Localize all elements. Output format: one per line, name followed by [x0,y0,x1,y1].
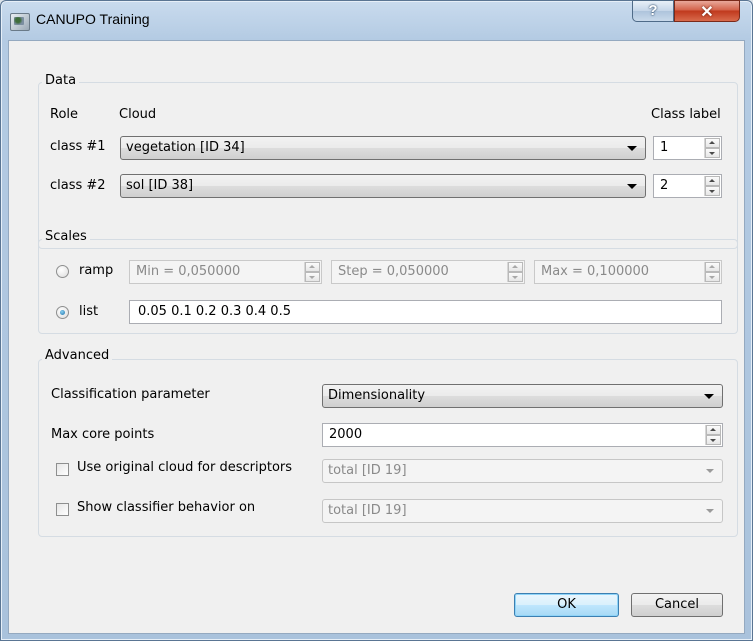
max-spinbox[interactable]: Max = 0,100000 [534,260,722,284]
spin-down-icon[interactable] [705,148,720,158]
classification-parameter-value: Dimensionality [328,388,426,403]
spin-down-icon[interactable] [705,186,720,196]
spin-up-icon[interactable] [305,262,320,272]
ramp-radio[interactable] [56,265,69,278]
chevron-down-icon [627,184,637,189]
spin-up-icon[interactable] [508,262,523,272]
chevron-down-icon [706,469,714,473]
chevron-down-icon [706,509,714,513]
cloud-header: Cloud [119,107,157,122]
class-1-label-value: 1 [660,140,669,155]
title-bar[interactable]: CANUPO Training ? ✕ [0,0,753,40]
spin-down-icon[interactable] [706,435,721,445]
scales-list-value: 0.05 0.1 0.2 0.3 0.4 0.5 [138,304,291,319]
class-2-cloud-select[interactable]: sol [ID 38] [120,174,646,198]
step-value: Step = 0,050000 [338,264,449,279]
close-icon: ✕ [700,4,714,21]
chevron-down-icon [627,146,637,151]
show-classifier-select[interactable]: total [ID 19] [322,499,723,523]
show-classifier-label[interactable]: Show classifier behavior on [77,500,255,515]
class-label-header: Class label [651,107,721,122]
max-value: Max = 0,100000 [541,264,650,279]
step-spinbox[interactable]: Step = 0,050000 [331,260,525,284]
role-header: Role [50,107,79,122]
ramp-label[interactable]: ramp [79,263,113,278]
class-1-label-spinbox[interactable]: 1 [653,136,722,160]
cancel-button[interactable]: Cancel [631,593,723,617]
max-core-points-label: Max core points [51,427,155,442]
help-button[interactable]: ? [632,0,674,22]
spin-up-icon[interactable] [706,425,721,435]
class-2-label-spinbox[interactable]: 2 [653,174,722,198]
class-1-cloud-value: vegetation [ID 34] [126,140,245,155]
list-radio[interactable] [56,306,69,319]
max-core-points-spinbox[interactable]: 2000 [322,423,723,447]
classification-parameter-label: Classification parameter [51,387,210,402]
original-cloud-value: total [ID 19] [328,463,407,478]
scales-list-input[interactable]: 0.05 0.1 0.2 0.3 0.4 0.5 [129,300,722,324]
use-original-cloud-checkbox[interactable] [56,463,69,476]
class-1-cloud-select[interactable]: vegetation [ID 34] [120,136,646,160]
class-2-label-value: 2 [660,178,669,193]
list-label[interactable]: list [79,304,98,319]
class-2-cloud-value: sol [ID 38] [126,178,194,193]
spin-up-icon[interactable] [705,138,720,148]
class-2-role-label: class #2 [50,178,106,193]
spin-down-icon[interactable] [508,272,523,282]
classification-parameter-select[interactable]: Dimensionality [322,384,723,408]
original-cloud-select[interactable]: total [ID 19] [322,459,723,483]
class-1-role-label: class #1 [50,139,106,154]
spin-down-icon[interactable] [305,272,320,282]
show-classifier-checkbox[interactable] [56,503,69,516]
spin-down-icon[interactable] [705,272,720,282]
min-spinbox[interactable]: Min = 0,050000 [129,260,322,284]
spin-up-icon[interactable] [705,176,720,186]
chevron-down-icon [704,394,714,399]
dialog-body: Data Role Cloud Class label class #1 veg… [8,40,745,634]
scales-group-title: Scales [42,229,90,244]
window-title: CANUPO Training [36,11,150,27]
close-button[interactable]: ✕ [674,0,740,22]
use-original-cloud-label[interactable]: Use original cloud for descriptors [77,460,292,475]
max-core-points-value: 2000 [329,427,363,442]
help-icon: ? [648,2,658,19]
ok-button[interactable]: OK [514,593,619,617]
data-group-title: Data [42,73,80,88]
show-classifier-value: total [ID 19] [328,503,407,518]
app-icon [10,13,30,31]
advanced-group-title: Advanced [42,348,113,363]
spin-up-icon[interactable] [705,262,720,272]
min-value: Min = 0,050000 [136,264,241,279]
